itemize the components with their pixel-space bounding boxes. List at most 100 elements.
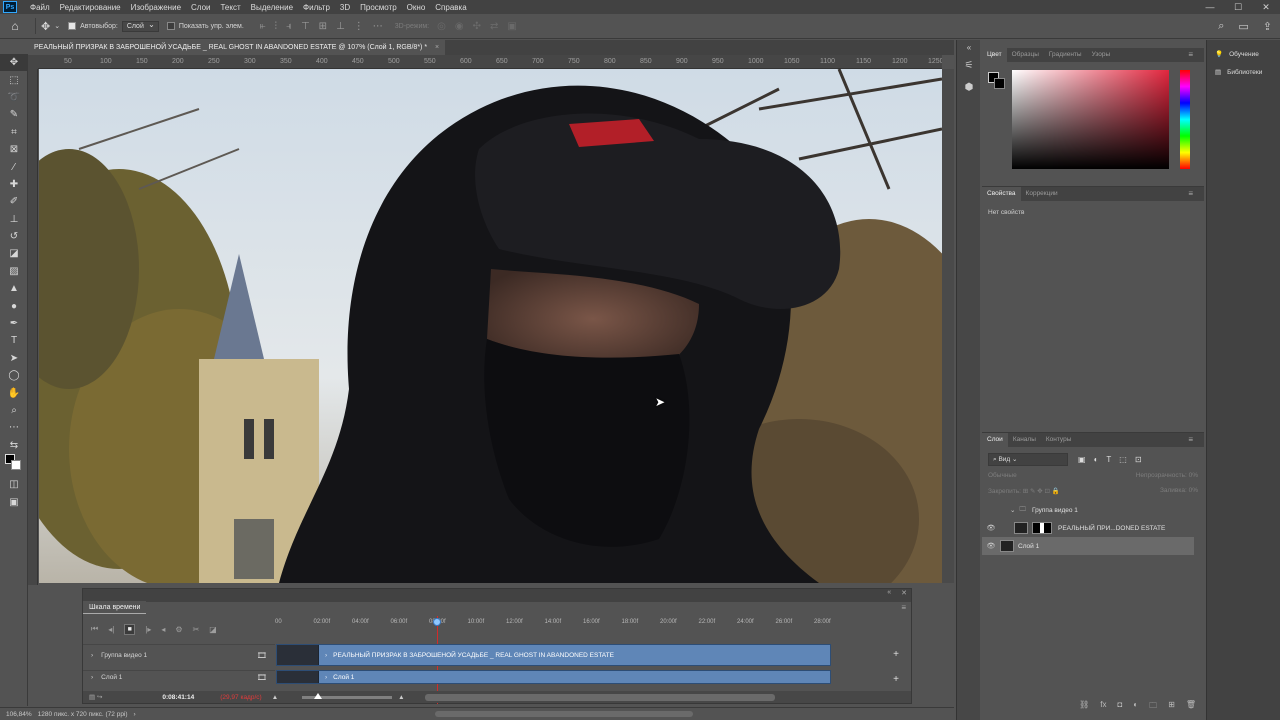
type-tool-icon[interactable]: T xyxy=(0,332,28,349)
share-icon[interactable]: ⇪ xyxy=(1263,20,1272,33)
panel-menu-icon[interactable]: ≡ xyxy=(1183,48,1198,62)
align-left-icon[interactable]: ⫦ xyxy=(260,21,266,32)
adjustment-layer-icon[interactable]: ◐ xyxy=(1133,700,1138,714)
more-tools-icon[interactable]: ⋯ xyxy=(0,419,28,436)
tab-swatches[interactable]: Образцы xyxy=(1007,48,1044,62)
tab-patterns[interactable]: Узоры xyxy=(1087,48,1116,62)
quick-mask-icon[interactable]: ◫ xyxy=(0,476,28,493)
add-mask-icon[interactable]: ◘ xyxy=(1117,700,1122,714)
filter-pixel-icon[interactable]: ▣ xyxy=(1078,455,1086,464)
new-group-icon[interactable]: 🗀 xyxy=(1149,700,1157,714)
menu-window[interactable]: Окно xyxy=(402,3,431,12)
fill-value[interactable]: 0% xyxy=(1189,487,1198,494)
tab-layers[interactable]: Слои xyxy=(982,433,1008,447)
move-tool-icon[interactable]: ✥ ⌄ xyxy=(41,20,60,33)
track-label-layer[interactable]: › Слой 1 🎞 xyxy=(83,670,275,684)
menu-layers[interactable]: Слои xyxy=(186,3,215,12)
screen-mode-icon[interactable]: ▣ xyxy=(0,494,28,511)
add-media-icon[interactable]: + xyxy=(893,674,899,685)
brush-tool-icon[interactable]: ✐ xyxy=(0,193,28,210)
previous-frame-icon[interactable]: ◂| xyxy=(108,625,114,634)
close-tab-icon[interactable]: × xyxy=(435,44,439,51)
tab-paths[interactable]: Контуры xyxy=(1041,433,1077,447)
stop-button[interactable]: ■ xyxy=(124,623,136,635)
chevron-down-icon[interactable]: ⌄ xyxy=(1010,506,1015,514)
menu-help[interactable]: Справка xyxy=(430,3,471,12)
show-transform-checkbox[interactable] xyxy=(166,22,175,30)
opacity-value[interactable]: 0% xyxy=(1189,472,1198,479)
align-top-icon[interactable]: ⊤ xyxy=(301,21,310,32)
close-panel-icon[interactable]: ✕ xyxy=(901,589,907,602)
chevron-right-icon[interactable]: › xyxy=(91,652,93,659)
minimize-button[interactable]: — xyxy=(1196,0,1224,14)
blend-mode-select[interactable]: Обычные xyxy=(988,472,1017,479)
timeline-tab[interactable]: Шкала времени xyxy=(83,601,147,614)
layer-clip[interactable]: › Слой 1 xyxy=(276,670,831,684)
tab-channels[interactable]: Каналы xyxy=(1008,433,1041,447)
3d-roll-icon[interactable]: ◉ xyxy=(455,21,464,32)
menu-file[interactable]: Файл xyxy=(25,3,55,12)
align-right-icon[interactable]: ⫣ xyxy=(286,21,292,32)
chevron-right-icon[interactable]: › xyxy=(91,674,93,681)
add-media-icon[interactable]: + xyxy=(893,649,899,660)
background-color-swatch[interactable] xyxy=(994,78,1005,89)
filter-type-icon[interactable]: T xyxy=(1106,455,1111,464)
marquee-tool-icon[interactable]: ⬚ xyxy=(0,71,28,88)
pen-tool-icon[interactable]: ✒ xyxy=(0,315,28,332)
layer-filter-kind-select[interactable]: ⌕ Вид ⌄ xyxy=(988,453,1068,466)
learn-panel-button[interactable]: 💡 Обучение xyxy=(1207,40,1280,59)
move-tool-icon[interactable]: ✥ xyxy=(0,54,28,72)
go-to-first-frame-icon[interactable]: ⏮ xyxy=(91,624,98,634)
workspace-icon[interactable]: ▭ xyxy=(1238,20,1248,33)
libraries-panel-button[interactable]: ▤ Библиотеки xyxy=(1207,58,1280,77)
collapse-icon[interactable]: « xyxy=(887,589,891,602)
clone-stamp-icon[interactable]: ⊥ xyxy=(0,211,28,228)
tab-adjustments[interactable]: Коррекции xyxy=(1021,187,1063,201)
more-options-icon[interactable]: ⋯ xyxy=(373,21,383,32)
tab-properties[interactable]: Свойства xyxy=(982,187,1021,201)
zoom-tool-icon[interactable]: ⌕ xyxy=(0,402,28,419)
film-icon[interactable]: 🎞 xyxy=(257,673,267,682)
status-arrow-icon[interactable]: › xyxy=(134,711,136,718)
3d-orbit-icon[interactable]: ◎ xyxy=(437,21,446,32)
3d-slide-icon[interactable]: ⇄ xyxy=(490,21,498,32)
document-info[interactable]: 1280 пикс. x 720 пикс. (72 ppi) xyxy=(38,711,128,718)
document-canvas[interactable]: ➤ xyxy=(39,69,942,583)
layer-row-layer1[interactable]: 👁 Слой 1 xyxy=(982,537,1194,555)
visibility-eye-icon[interactable]: 👁 xyxy=(982,542,1000,550)
crop-tool-icon[interactable]: ⌗ xyxy=(0,124,28,141)
3d-cube-icon[interactable]: ⬢ xyxy=(957,76,981,98)
timeline-menu-icon[interactable]: ≡ xyxy=(901,603,906,612)
quick-select-tool-icon[interactable]: ✎ xyxy=(0,106,28,123)
menu-edit[interactable]: Редактирование xyxy=(55,3,126,12)
eraser-tool-icon[interactable]: ◪ xyxy=(0,245,28,262)
timeline-ruler[interactable]: 0002:00f04:00f06:00f08:00f10:00f12:00f14… xyxy=(275,616,885,632)
delete-layer-icon[interactable]: 🗑 xyxy=(1186,700,1196,714)
menu-select[interactable]: Выделение xyxy=(246,3,298,12)
visibility-eye-icon[interactable]: 👁 xyxy=(982,524,1000,532)
canvas-vertical-scrollbar[interactable] xyxy=(942,69,954,583)
chevron-right-icon[interactable]: › xyxy=(325,652,327,659)
healing-brush-icon[interactable]: ✚ xyxy=(0,176,28,193)
zoom-out-icon[interactable]: ▲ xyxy=(272,694,278,701)
next-frame-icon[interactable]: |▸ xyxy=(145,625,151,634)
track-label-video-group[interactable]: › Группа видео 1 🎞 xyxy=(83,644,275,666)
menu-filter[interactable]: Фильтр xyxy=(298,3,335,12)
search-icon[interactable]: ⌕ xyxy=(1218,20,1224,33)
document-tab[interactable]: РЕАЛЬНЫЙ ПРИЗРАК В ЗАБРОШЕНОЙ УСАДЬБЕ _ … xyxy=(28,40,446,55)
menu-image[interactable]: Изображение xyxy=(126,3,186,12)
frame-tool-icon[interactable]: ⊠ xyxy=(0,141,28,158)
new-layer-icon[interactable]: ⊞ xyxy=(1168,700,1175,714)
menu-type[interactable]: Текст xyxy=(215,3,245,12)
audio-icon[interactable]: ◂ xyxy=(161,625,165,634)
timeline-zoom-slider[interactable] xyxy=(302,692,393,699)
maximize-button[interactable]: ☐ xyxy=(1224,0,1252,14)
canvas-horizontal-scrollbar[interactable] xyxy=(435,711,693,717)
link-layers-icon[interactable]: ⛓ xyxy=(1079,700,1089,714)
layer-style-icon[interactable]: fx xyxy=(1100,700,1106,714)
3d-pan-icon[interactable]: ✣ xyxy=(473,21,481,32)
eyedropper-tool-icon[interactable]: ⁄ xyxy=(0,158,28,175)
distribute-icon[interactable]: ⋮ xyxy=(354,21,364,32)
chevron-right-icon[interactable]: › xyxy=(325,674,327,681)
playhead-handle[interactable] xyxy=(432,618,441,626)
